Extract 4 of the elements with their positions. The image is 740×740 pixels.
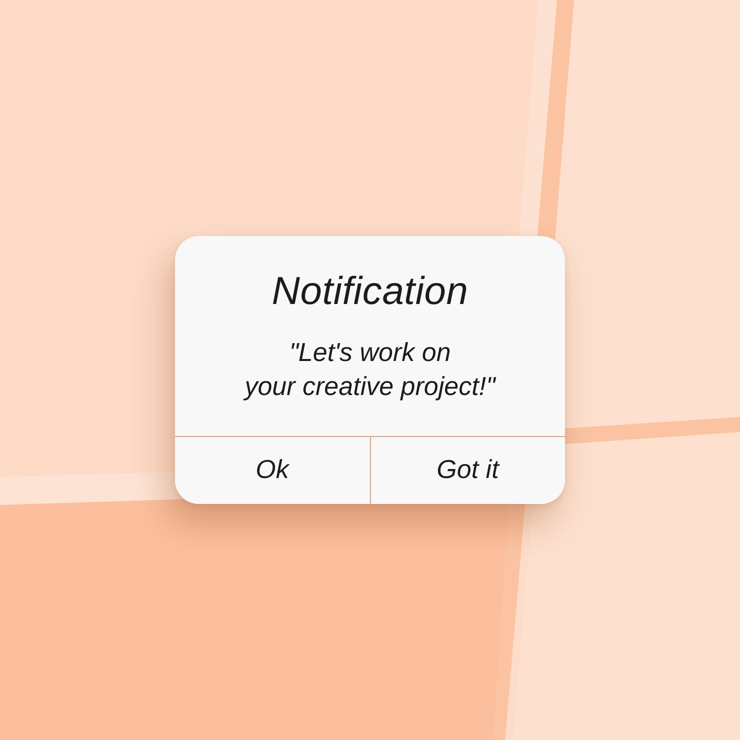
dialog-button[interactable]: Ok bbox=[175, 437, 370, 504]
dialog-button[interactable]: Got it bbox=[370, 437, 565, 504]
dialog-message: "Let's work on your creative project!" bbox=[244, 336, 496, 403]
dialog-title: Notification bbox=[272, 269, 468, 315]
